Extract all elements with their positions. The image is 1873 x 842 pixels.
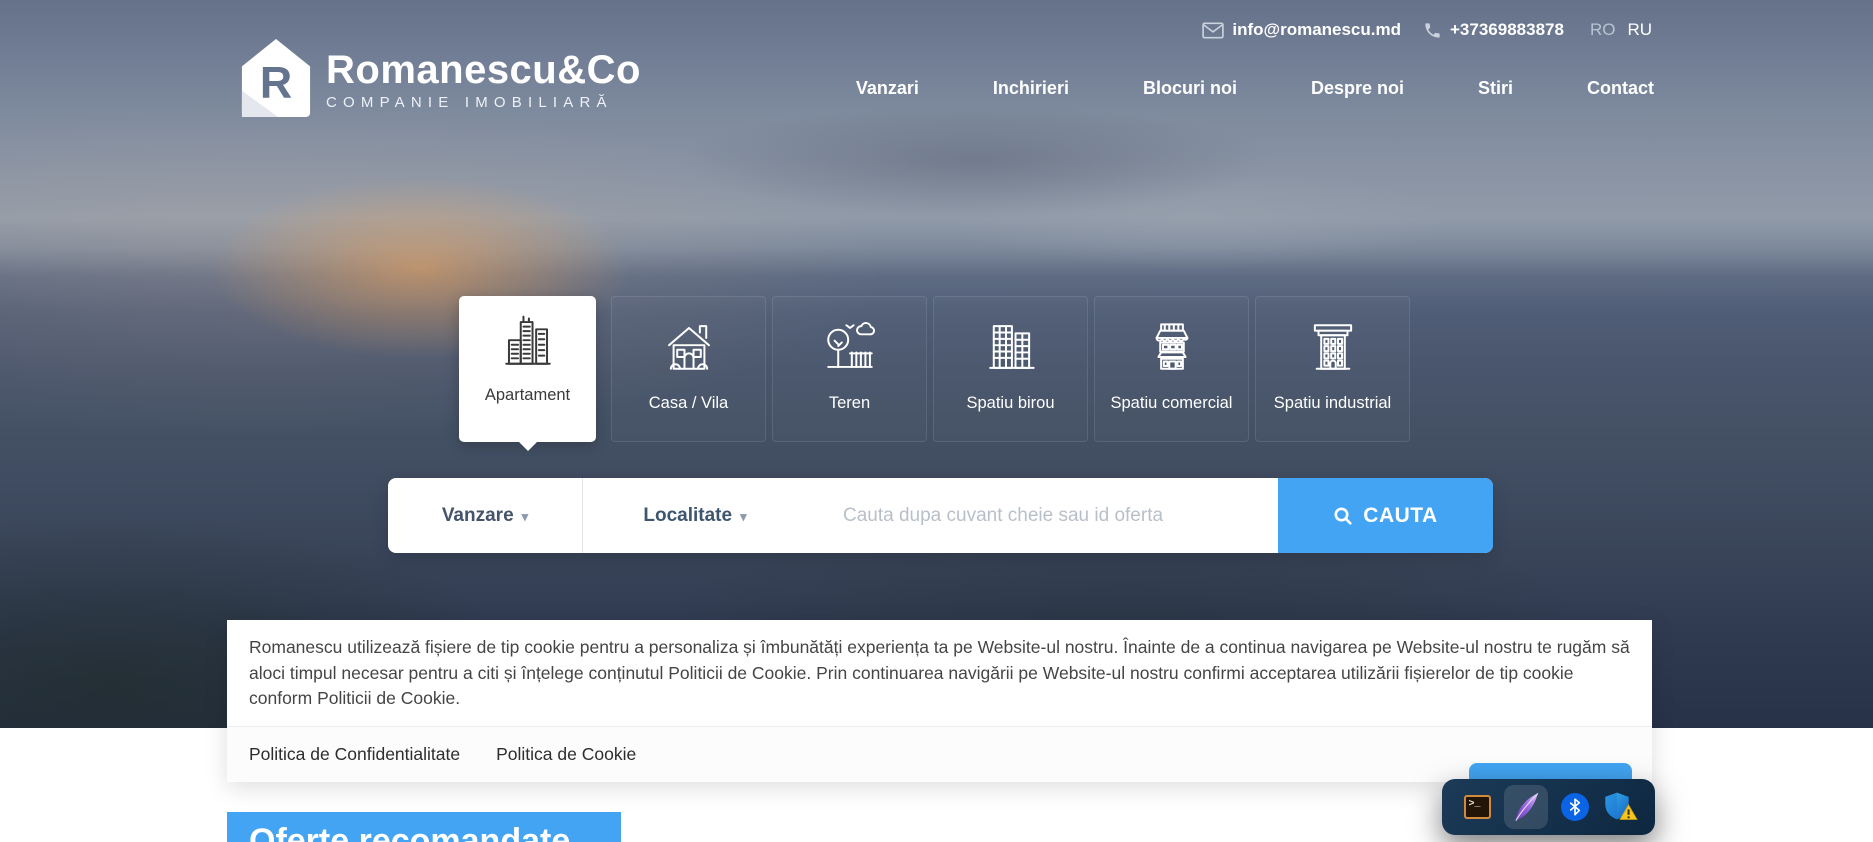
house-logo-icon: R (239, 36, 313, 125)
nav-item-contact[interactable]: Contact (1587, 78, 1654, 99)
tab-spatiu-comercial[interactable]: Spatiu comercial (1094, 296, 1249, 442)
bluetooth-icon[interactable] (1561, 793, 1589, 821)
house-icon (660, 318, 718, 376)
magnifier-icon (1333, 506, 1353, 526)
system-tray: >_ (1442, 779, 1655, 835)
brand-logo[interactable]: R Romanescu&Co COMPANIE IMOBILIARĂ (239, 36, 641, 125)
nav-item-inchirieri[interactable]: Inchirieri (993, 78, 1069, 99)
nav-item-stiri[interactable]: Stiri (1478, 78, 1513, 99)
cookie-message: Romanescu utilizează fișiere de tip cook… (227, 620, 1652, 726)
email-link[interactable]: info@romanescu.md (1232, 20, 1401, 40)
industrial-building-icon (1304, 318, 1362, 376)
tab-apartament[interactable]: Apartament (459, 296, 596, 442)
phone-icon (1423, 21, 1442, 40)
tab-label: Teren (829, 394, 870, 413)
apartment-buildings-icon (499, 313, 557, 371)
language-switch-ru[interactable]: RU (1627, 20, 1652, 40)
tab-label: Spatiu comercial (1111, 394, 1233, 413)
tab-label: Spatiu industrial (1274, 394, 1391, 413)
feather-icon[interactable] (1504, 785, 1548, 829)
terminal-icon[interactable]: >_ (1464, 795, 1491, 819)
security-warning-shield-icon[interactable] (1602, 791, 1634, 823)
cookie-policy-link[interactable]: Politica de Cookie (496, 744, 636, 765)
nav-item-despre-noi[interactable]: Despre noi (1311, 78, 1404, 99)
tab-label: Apartament (485, 386, 570, 405)
locality-dropdown[interactable]: Localitate ▾ (583, 478, 807, 553)
tab-spatiu-birou[interactable]: Spatiu birou (933, 296, 1088, 442)
storefront-icon (1143, 318, 1201, 376)
warning-triangle-icon (1619, 804, 1638, 826)
tab-label: Spatiu birou (966, 394, 1054, 413)
cookie-consent-banner: Romanescu utilizează fișiere de tip cook… (227, 620, 1652, 782)
cauta-label: CAUTA (1363, 504, 1437, 528)
phone-link[interactable]: +37369883878 (1450, 20, 1564, 40)
recommended-offers-heading: Oferte recomandate (227, 812, 621, 842)
privacy-policy-link[interactable]: Politica de Confidentialitate (249, 744, 460, 765)
cookie-links-row: Politica de Confidentialitate Politica d… (227, 726, 1652, 782)
chevron-down-icon: ▾ (522, 509, 529, 525)
locality-value: Localitate (643, 505, 732, 527)
tab-casa-vila[interactable]: Casa / Vila (611, 296, 766, 442)
property-type-tabs: Apartament Casa / Vila (450, 296, 1410, 442)
page: R Romanescu&Co COMPANIE IMOBILIARĂ info@… (0, 0, 1873, 842)
cauta-search-button[interactable]: CAUTA (1278, 478, 1493, 553)
topbar: info@romanescu.md +37369883878 RO RU (1202, 20, 1652, 40)
section-title: Oferte recomandate (227, 812, 621, 842)
envelope-icon (1202, 22, 1224, 39)
land-tree-fence-icon (821, 318, 879, 376)
brand-name: Romanescu&Co (326, 50, 641, 90)
nav-item-blocuri-noi[interactable]: Blocuri noi (1143, 78, 1237, 99)
office-towers-icon (982, 318, 1040, 376)
language-switch-ro[interactable]: RO (1590, 20, 1616, 40)
chevron-down-icon: ▾ (740, 509, 747, 525)
main-nav: Vanzari Inchirieri Blocuri noi Despre no… (856, 78, 1654, 99)
tab-spatiu-industrial[interactable]: Spatiu industrial (1255, 296, 1410, 442)
svg-text:R: R (260, 57, 292, 107)
tab-teren[interactable]: Teren (772, 296, 927, 442)
deal-type-dropdown[interactable]: Vanzare ▾ (388, 478, 582, 553)
keyword-search-input[interactable] (807, 478, 1278, 553)
deal-type-value: Vanzare (442, 505, 514, 527)
search-bar: Vanzare ▾ Localitate ▾ CAUTA (388, 478, 1493, 553)
tab-label: Casa / Vila (649, 394, 729, 413)
brand-tagline: COMPANIE IMOBILIARĂ (326, 94, 641, 111)
nav-item-vanzari[interactable]: Vanzari (856, 78, 919, 99)
